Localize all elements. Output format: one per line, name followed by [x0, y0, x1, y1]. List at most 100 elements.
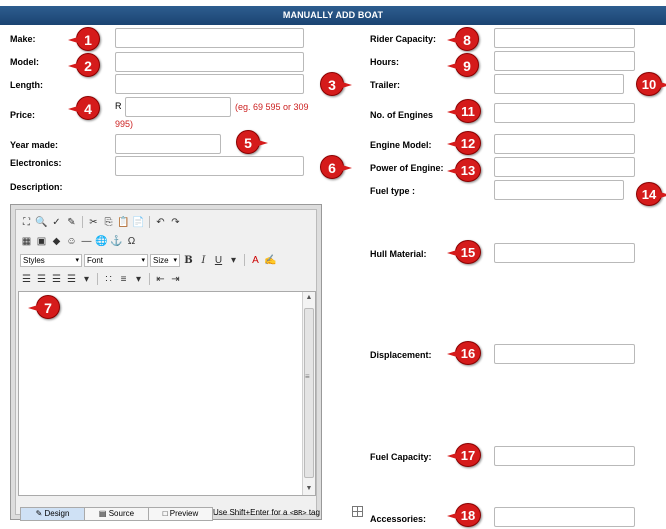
highlight-icon[interactable]: ✍	[264, 254, 277, 267]
shift-enter-hint: Use Shift+Enter for a <BR> tag	[213, 508, 320, 517]
callout-marker: 1	[68, 27, 100, 51]
callout-marker: 16	[447, 341, 481, 365]
size-select[interactable]: Size ▾	[150, 253, 180, 267]
length-label: Length:	[10, 80, 43, 90]
editor-toolbar-row-3: Styles ▾ Font ▾ Size ▾ B I U ▾ A ✍	[20, 252, 277, 268]
toolbar-divider	[82, 216, 83, 228]
more-align-icon[interactable]: ▾	[80, 273, 93, 286]
displacement-label: Displacement:	[370, 350, 432, 360]
numbered-list-icon[interactable]: ∷	[102, 273, 115, 286]
accessories-label: Accessories:	[370, 514, 427, 524]
callout-marker: 12	[447, 131, 481, 155]
more-list-icon[interactable]: ▾	[132, 273, 145, 286]
hours-input[interactable]	[494, 51, 635, 71]
callout-marker: 15	[447, 240, 481, 264]
model-label: Model:	[10, 57, 39, 67]
bullet-list-icon[interactable]: ≡	[117, 273, 130, 286]
fuel-capacity-label: Fuel Capacity:	[370, 452, 432, 462]
align-right-icon[interactable]: ☰	[50, 273, 63, 286]
spellcheck-icon[interactable]: ✓	[50, 216, 63, 229]
undo-icon[interactable]: ↶	[154, 216, 167, 229]
description-label: Description:	[10, 182, 63, 192]
paste-icon[interactable]: 📋	[117, 216, 130, 229]
no-of-engines-label: No. of Engines	[370, 110, 433, 120]
no-of-engines-input[interactable]	[494, 103, 635, 123]
engine-model-input[interactable]	[494, 134, 635, 154]
make-label: Make:	[10, 34, 36, 44]
price-input[interactable]	[125, 97, 231, 117]
link-icon[interactable]: ⚓	[110, 235, 123, 248]
underline-icon[interactable]: U	[212, 254, 225, 267]
outdent-icon[interactable]: ⇤	[154, 273, 167, 286]
rider-capacity-label: Rider Capacity:	[370, 34, 437, 44]
emoticon-icon[interactable]: ☺	[65, 235, 78, 248]
justify-icon[interactable]: ☰	[65, 273, 78, 286]
anchor-icon[interactable]: ◆	[50, 235, 63, 248]
editor-toolbar-row-4: ☰ ☰ ☰ ☰ ▾ ∷ ≡ ▾ ⇤ ⇥	[20, 271, 182, 287]
editor-toolbar-row-1: ⛶ 🔍 ✓ ✎ ✂ ⎘ 📋 📄 ↶ ↷	[20, 214, 182, 230]
page-header: MANUALLY ADD BOAT	[0, 6, 666, 25]
callout-marker: 17	[447, 443, 481, 467]
toolbar-divider	[149, 216, 150, 228]
toolbar-divider	[149, 273, 150, 285]
bold-icon[interactable]: B	[182, 254, 195, 267]
callout-marker: 8	[447, 27, 479, 51]
callout-marker: 2	[68, 53, 100, 77]
maximize-icon[interactable]: ⛶	[20, 216, 33, 229]
font-select[interactable]: Font ▾	[84, 253, 148, 267]
find-icon[interactable]: 🔍	[35, 216, 48, 229]
engine-model-label: Engine Model:	[370, 140, 432, 150]
model-input[interactable]	[115, 52, 304, 72]
special-char-icon[interactable]: Ω	[125, 235, 138, 248]
scrollbar-thumb[interactable]	[304, 308, 314, 478]
editor-scrollbar[interactable]: ▲ ≡ ▼	[302, 292, 315, 495]
rider-capacity-input[interactable]	[494, 28, 635, 48]
callout-marker: 13	[447, 158, 481, 182]
scroll-up-icon[interactable]: ▲	[303, 292, 315, 304]
year-made-input[interactable]	[115, 134, 221, 154]
fuel-type-input[interactable]	[494, 180, 624, 200]
displacement-input[interactable]	[494, 344, 635, 364]
price-hint: (eg. 69 595 or 309	[235, 102, 309, 112]
cut-icon[interactable]: ✂	[87, 216, 100, 229]
tab-design[interactable]: ✎ Design	[20, 507, 85, 521]
editor-content-area[interactable]: ▲ ≡ ▼	[18, 291, 316, 496]
font-color-icon[interactable]: A	[249, 254, 262, 267]
table-icon[interactable]: ▦	[20, 235, 33, 248]
callout-marker: 6	[320, 155, 352, 179]
accessories-input[interactable]	[494, 507, 635, 527]
align-center-icon[interactable]: ☰	[35, 273, 48, 286]
callout-marker: 3	[320, 72, 352, 96]
paste-text-icon[interactable]: 📄	[132, 216, 145, 229]
callout-marker: 11	[447, 99, 481, 123]
price-hint-continued: 995)	[115, 119, 134, 129]
callout-marker: 9	[447, 53, 479, 77]
redo-icon[interactable]: ↷	[169, 216, 182, 229]
align-left-icon[interactable]: ☰	[20, 273, 33, 286]
electronics-input[interactable]	[115, 156, 304, 176]
editor-toolbar-row-2: ▦ ▣ ◆ ☺ — 🌐 ⚓ Ω	[20, 233, 138, 249]
trailer-input[interactable]	[494, 74, 624, 94]
copy-icon[interactable]: ⎘	[102, 216, 115, 229]
image-icon[interactable]: ▣	[35, 235, 48, 248]
hyperlink-icon[interactable]: 🌐	[95, 235, 108, 248]
editor-panel: ⛶ 🔍 ✓ ✎ ✂ ⎘ 📋 📄 ↶ ↷ ▦ ▣ ◆ ☺ — 🌐 ⚓ Ω Styl…	[15, 209, 317, 521]
fuel-capacity-input[interactable]	[494, 446, 635, 466]
tab-source[interactable]: ▤ Source	[84, 507, 149, 521]
horizontal-rule-icon[interactable]: —	[80, 235, 93, 248]
currency-label: R	[115, 101, 122, 111]
indent-icon[interactable]: ⇥	[169, 273, 182, 286]
length-input[interactable]	[115, 74, 304, 94]
styles-select[interactable]: Styles ▾	[20, 253, 82, 267]
power-of-engine-label: Power of Engine:	[370, 163, 444, 173]
power-of-engine-input[interactable]	[494, 157, 635, 177]
hull-material-input[interactable]	[494, 243, 635, 263]
scroll-down-icon[interactable]: ▼	[303, 483, 315, 495]
clear-format-icon[interactable]: ✎	[65, 216, 78, 229]
callout-marker: 5	[236, 130, 268, 154]
resize-grid-icon[interactable]	[352, 506, 363, 517]
italic-icon[interactable]: I	[197, 254, 210, 267]
make-input[interactable]	[115, 28, 304, 48]
tab-preview[interactable]: □ Preview	[148, 507, 213, 521]
more-format-icon[interactable]: ▾	[227, 254, 240, 267]
